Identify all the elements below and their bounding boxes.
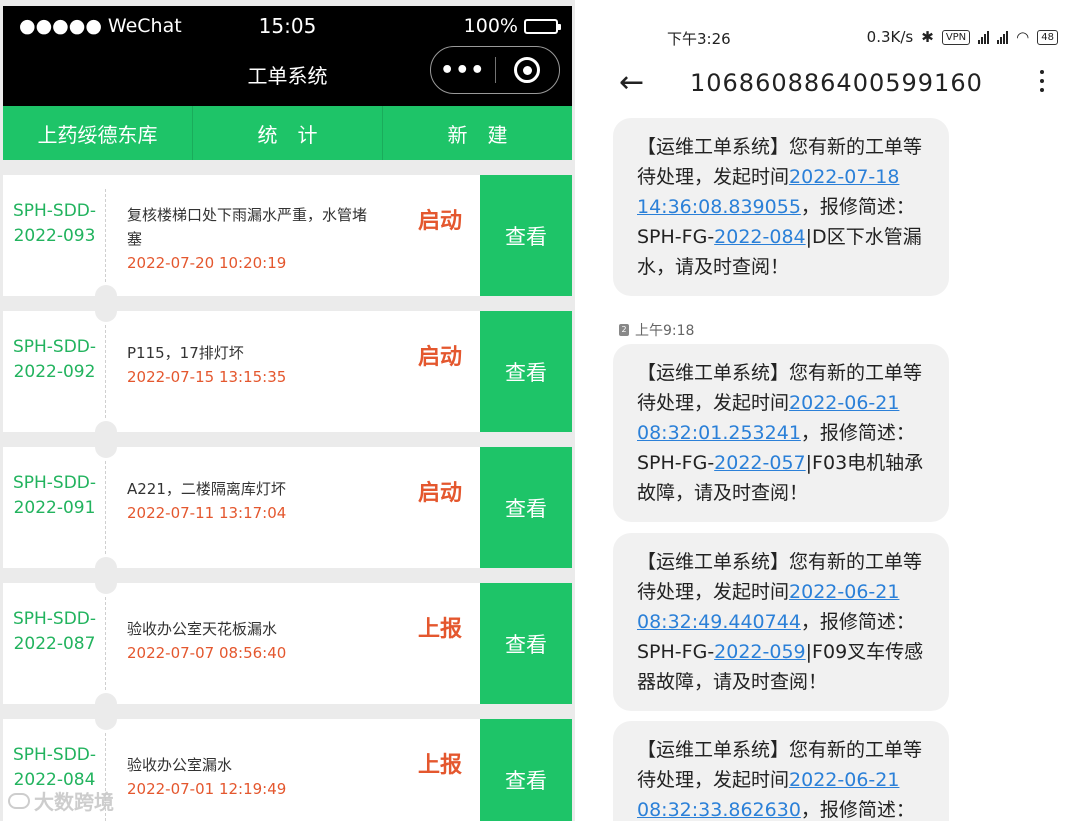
watermark-logo-icon [8,792,30,809]
battery-percent: 100% [463,15,518,37]
sms-message: 【运维工单系统】您有新的工单等待处理，发起时间2022-06-21 08:32:… [613,344,949,522]
bluetooth-icon: ✱ [921,28,934,46]
date-link[interactable]: 2022-06-21 [789,392,899,414]
tab-statistics[interactable]: 统 计 [193,106,383,160]
signal-icon [997,30,1009,44]
number-link[interactable]: 2022-059 [714,641,805,663]
order-description: P115，17排灯坏 2022-07-15 13:15:35 [127,341,377,389]
list-item: SPH-SDD- 2022-092 P115，17排灯坏 2022-07-15 13… [3,300,572,443]
status-badge: 启动 [418,481,463,506]
battery-icon: 48 [1037,29,1058,45]
more-options-icon[interactable]: ••• [431,58,495,83]
number-link[interactable]: 2022-084 [714,226,805,248]
battery-icon [524,18,561,34]
order-code: SPH-SDD- 2022-091 [12,473,97,518]
sender-number: 106860886400599160 [690,69,983,97]
tab-bar: 上药绥德东库 统 计 新 建 [3,106,572,160]
order-datetime: 2022-07-20 10:20:19 [127,254,287,272]
network-speed: 0.3K/s [866,28,914,46]
status-badge: 启动 [418,209,463,234]
time-link[interactable]: 08:32:01.253241 [637,422,801,444]
number-link[interactable]: 2022-057 [714,452,805,474]
sms-app-bar: ← 106860886400599160 [575,60,1080,108]
ios-status-bar: ●●●●● WeChat 15:05 100% [3,6,572,46]
date-link[interactable]: 2022-06-21 [789,581,899,603]
order-datetime: 2022-07-07 08:56:40 [127,644,287,662]
message-timestamp: 2 上午9:18 [619,320,694,340]
date-link[interactable]: 2022-07-18 [789,166,899,188]
list-item: SPH-SDD- 2022-087 验收办公室天花板漏水 2022-07-07 08… [3,572,572,715]
status-badge: 上报 [418,617,463,642]
wifi-icon: ◠ [1016,28,1030,46]
sms-message: 【运维工单系统】您有新的工单等待处理，发起时间2022-07-18 14:36:… [613,118,949,296]
watermark: 大数跨境 [8,786,114,815]
tab-warehouse[interactable]: 上药绥德东库 [3,106,193,160]
view-button[interactable]: 查看 [480,311,572,432]
status-badge: 上报 [418,753,463,778]
status-badge: 启动 [418,345,463,370]
more-menu-icon[interactable] [1040,70,1044,92]
android-status-bar: 下午3:26 0.3K/s ✱ VPN ◠ 48 [575,28,1080,50]
status-time: 下午3:26 [667,30,731,48]
wechat-mini-program: ●●●●● WeChat 15:05 100% 工单系统 ••• 上药绥德东库 … [0,0,575,821]
view-button[interactable]: 查看 [480,447,572,568]
order-description: 复核楼梯口处下雨漏水严重，水管堵塞 2022-07-20 10:20:19 [127,203,377,275]
order-datetime: 2022-07-11 13:17:04 [127,504,287,522]
order-code: SPH-SDD- 2022-093 [12,201,97,246]
sim-card-icon: 2 [619,324,629,336]
wechat-header: ●●●●● WeChat 15:05 100% 工单系统 ••• [3,6,572,106]
sms-conversation: 下午3:26 0.3K/s ✱ VPN ◠ 48 ← 1068608864005… [575,0,1080,821]
time-link[interactable]: 08:32:49.440744 [637,611,801,633]
view-button[interactable]: 查看 [480,175,572,296]
order-description: 验收办公室天花板漏水 2022-07-07 08:56:40 [127,617,377,665]
order-datetime: 2022-07-15 13:15:35 [127,368,287,386]
tab-new[interactable]: 新 建 [383,106,572,160]
order-description: A221，二楼隔离库灯坏 2022-07-11 13:17:04 [127,477,377,525]
view-button[interactable]: 查看 [480,583,572,704]
vpn-icon: VPN [941,29,971,45]
order-code: SPH-SDD- 2022-092 [12,337,97,382]
date-link[interactable]: 2022-06-21 [789,769,899,791]
work-order-list: SPH-SDD- 2022-093 复核楼梯口处下雨漏水严重，水管堵塞 2022-0… [3,175,572,821]
signal-icon [978,30,990,44]
time-link[interactable]: 14:36:08.839055 [637,196,801,218]
sms-message: 【运维工单系统】您有新的工单等待处理，发起时间2022-06-21 08:32:… [613,721,949,821]
list-item: SPH-SDD- 2022-091 A221，二楼隔离库灯坏 2022-07-11 … [3,436,572,579]
mini-program-capsule: ••• [430,46,560,94]
time-link[interactable]: 08:32:33.862630 [637,799,801,821]
back-arrow-icon[interactable]: ← [619,68,644,98]
list-item: SPH-SDD- 2022-093 复核楼梯口处下雨漏水严重，水管堵塞 2022-0… [3,175,572,307]
sms-message: 【运维工单系统】您有新的工单等待处理，发起时间2022-06-21 08:32:… [613,533,949,711]
order-description: 验收办公室漏水 2022-07-01 12:19:49 [127,753,377,801]
order-datetime: 2022-07-01 12:19:49 [127,780,287,798]
order-code: SPH-SDD- 2022-087 [12,609,97,654]
close-mini-program-icon[interactable] [496,57,560,83]
view-button[interactable]: 查看 [480,719,572,821]
battery-indicator: 100% [463,15,561,37]
